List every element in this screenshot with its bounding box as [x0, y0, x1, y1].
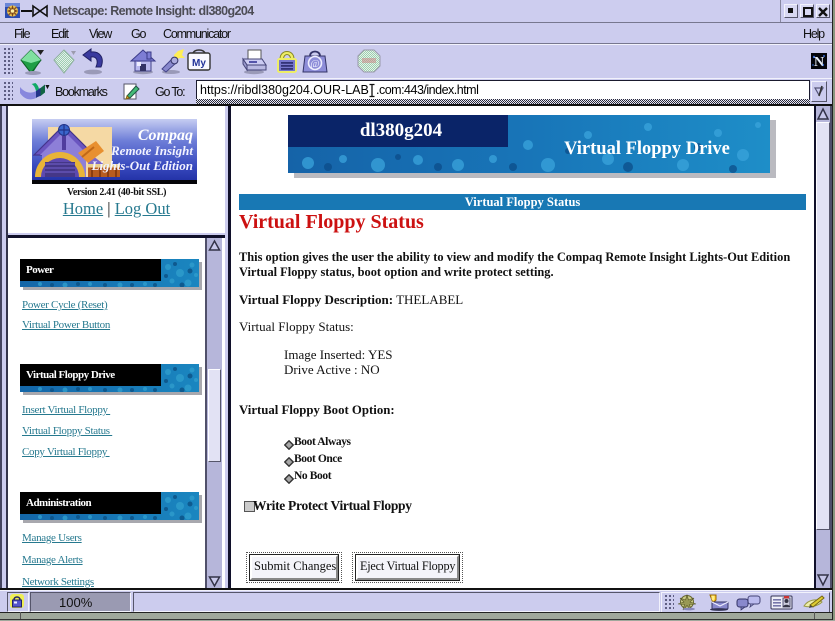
svg-text:Compaq: Compaq — [138, 127, 193, 144]
svg-text:Lights-Out Edition: Lights-Out Edition — [91, 158, 194, 173]
svg-text:@: @ — [310, 59, 319, 70]
svg-text:Virtual Floppy Drive: Virtual Floppy Drive — [564, 139, 730, 159]
svg-text:My: My — [192, 58, 206, 69]
svg-text:dl380g204: dl380g204 — [360, 120, 443, 141]
svg-text:N: N — [814, 55, 824, 69]
svg-text:Remote Insight: Remote Insight — [110, 143, 193, 158]
